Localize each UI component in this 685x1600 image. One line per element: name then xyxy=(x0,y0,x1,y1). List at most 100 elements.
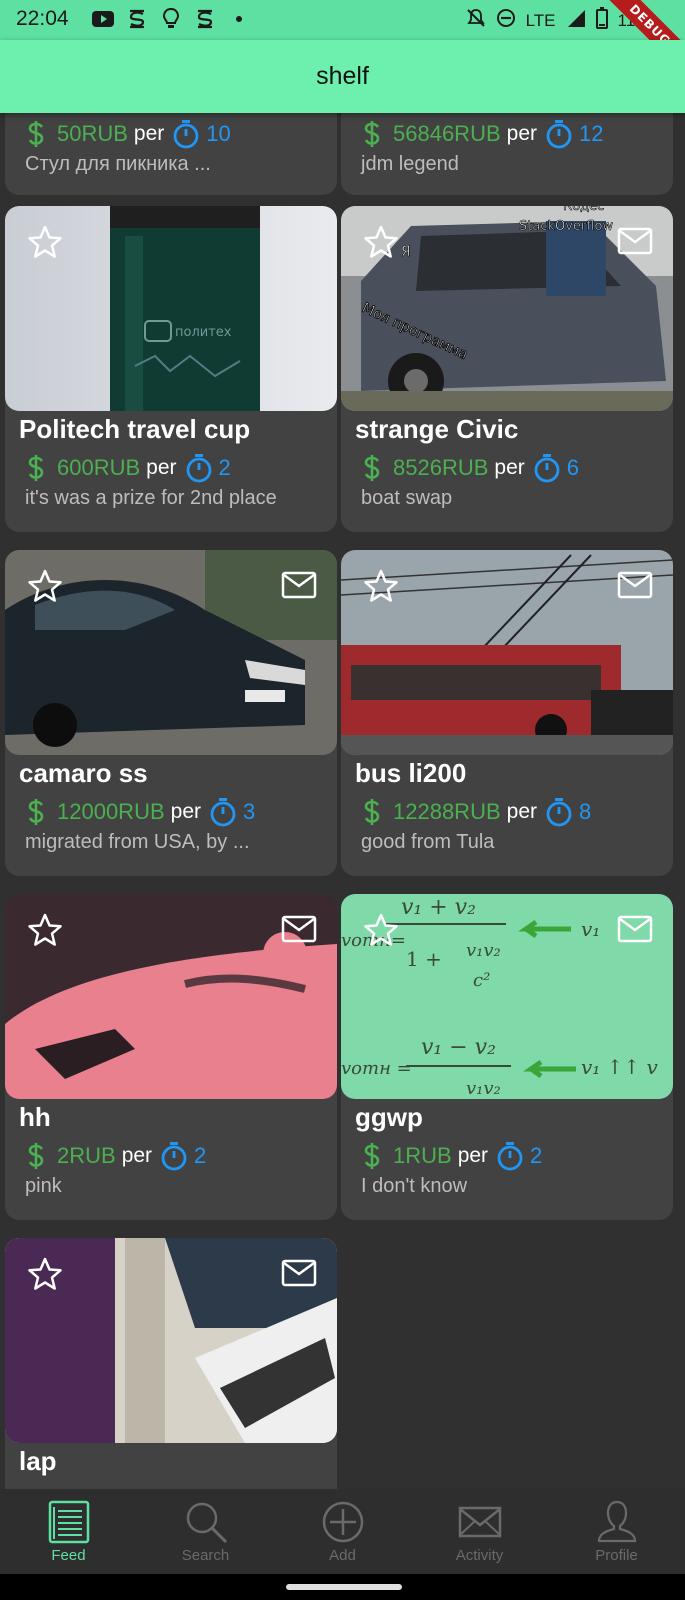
favorite-star-icon[interactable] xyxy=(363,568,399,604)
nav-label: Search xyxy=(181,1547,230,1564)
timer-icon xyxy=(546,120,572,149)
youtube-icon xyxy=(92,8,114,30)
per-label: per xyxy=(133,122,165,145)
item-period: 3 xyxy=(243,799,256,824)
item-period: 2 xyxy=(218,455,231,480)
nav-profile[interactable]: Profile xyxy=(548,1489,685,1574)
item-title: hh xyxy=(19,1102,51,1132)
svg-text:v₁v₂: v₁v₂ xyxy=(466,940,501,961)
item-card[interactable]: 56846RUB per 12 jdm legend xyxy=(341,113,673,195)
item-description: jdm legend xyxy=(361,153,459,175)
per-label: per xyxy=(170,800,201,823)
item-title: lap xyxy=(19,1446,57,1476)
nav-add[interactable]: Add xyxy=(274,1489,411,1574)
status-bar: 22:04 LTE DEBUG xyxy=(0,0,685,86)
message-icon[interactable] xyxy=(281,570,317,600)
meme-caption: Я xyxy=(401,244,411,260)
timer-icon xyxy=(210,798,236,827)
item-price: 56846RUB xyxy=(393,121,501,146)
battery-icon xyxy=(595,7,608,34)
dollar-icon xyxy=(364,1143,380,1169)
item-card[interactable]: Моя программа StackOverflow Я Кодес stra… xyxy=(341,206,673,532)
svg-text:v₁ + v₂: v₁ + v₂ xyxy=(401,895,476,920)
message-icon[interactable] xyxy=(281,1258,317,1288)
favorite-star-icon[interactable] xyxy=(27,568,63,604)
svg-text:1 +: 1 + xyxy=(406,947,442,971)
per-label: per xyxy=(494,456,525,479)
item-title: Politech travel cup xyxy=(19,414,251,444)
dollar-icon xyxy=(28,799,44,825)
favorite-star-icon[interactable] xyxy=(363,912,399,948)
item-period: 8 xyxy=(579,799,592,824)
dollar-icon xyxy=(28,121,44,147)
price-row: 12288RUB per 8 xyxy=(361,797,591,827)
price-row: 2RUB per 2 xyxy=(25,1141,206,1171)
item-period: 10 xyxy=(206,121,231,146)
timer-icon xyxy=(534,454,560,483)
signal-icon xyxy=(566,8,586,33)
activity-icon xyxy=(458,1506,501,1538)
item-description: it's was a prize for 2nd place xyxy=(25,487,277,509)
item-description: I don't know xyxy=(361,1175,468,1197)
timer-icon xyxy=(173,120,199,149)
svg-text:v₁v₂: v₁v₂ xyxy=(466,1078,501,1099)
item-period: 12 xyxy=(579,121,604,146)
feed-grid[interactable]: 50RUB per 10 Стул для пикника ... 56846R… xyxy=(0,113,685,1489)
price-row: 600RUB per 2 xyxy=(25,453,231,483)
home-indicator[interactable] xyxy=(286,1584,402,1590)
timer-icon xyxy=(497,1142,523,1171)
item-price: 2RUB xyxy=(57,1143,116,1168)
item-card[interactable]: camaro ss 12000RUB per 3 migrated from U… xyxy=(5,550,337,876)
message-icon[interactable] xyxy=(617,914,653,944)
nav-search[interactable]: Search xyxy=(137,1489,274,1574)
dollar-icon xyxy=(28,455,44,481)
favorite-star-icon[interactable] xyxy=(27,1256,63,1292)
item-card[interactable]: hh 2RUB per 2 pink xyxy=(5,894,337,1220)
nav-label: Add xyxy=(329,1547,356,1564)
per-label: per xyxy=(146,456,177,479)
item-description: pink xyxy=(25,1175,62,1197)
svg-text:v₁ − v₂: v₁ − v₂ xyxy=(421,1035,496,1060)
item-price: 50RUB xyxy=(57,121,128,146)
notification-icons xyxy=(92,8,250,30)
item-price: 12000RUB xyxy=(57,799,165,824)
svg-text:c²: c² xyxy=(473,970,490,991)
favorite-star-icon[interactable] xyxy=(27,912,63,948)
message-icon[interactable] xyxy=(617,226,653,256)
timer-icon xyxy=(161,1142,187,1171)
app-screen: 22:04 LTE DEBUG shelf 50RUB per 10 Стул … xyxy=(0,0,685,1600)
bottom-navigation: Feed Search Add Activity Profile xyxy=(0,1489,685,1574)
item-card[interactable]: lap xyxy=(5,1238,337,1489)
nav-feed[interactable]: Feed xyxy=(0,1489,137,1574)
item-title: ggwp xyxy=(355,1102,423,1132)
item-card[interactable]: bus li200 12288RUB per 8 good from Tula xyxy=(341,550,673,876)
price-row: 56846RUB per 12 xyxy=(361,119,603,149)
dollar-icon xyxy=(364,799,380,825)
system-gesture-bar xyxy=(0,1574,685,1600)
per-label: per xyxy=(506,800,537,823)
nav-label: Feed xyxy=(51,1547,86,1564)
item-title: strange Civic xyxy=(355,414,519,444)
status-time: 22:04 xyxy=(16,7,69,30)
item-description: boat swap xyxy=(361,487,453,509)
profile-icon xyxy=(597,1500,636,1543)
message-icon[interactable] xyxy=(617,570,653,600)
message-icon[interactable] xyxy=(281,914,317,944)
item-card[interactable]: 50RUB per 10 Стул для пикника ... xyxy=(5,113,337,195)
price-row: 8526RUB per 6 xyxy=(361,453,579,483)
more-dot-icon xyxy=(228,8,250,30)
favorite-star-icon[interactable] xyxy=(27,224,63,260)
network-type: LTE xyxy=(525,10,556,30)
item-price: 600RUB xyxy=(57,455,141,480)
item-card[interactable]: политех Politech travel cup 600RUB per 2… xyxy=(5,206,337,532)
price-row: 50RUB per 10 xyxy=(25,119,231,149)
item-card[interactable]: v₁ + v₂ vотн= 1 + v₁v₂ c² v₁ v₁ − v₂ vот… xyxy=(341,894,673,1220)
svg-text:v₁: v₁ xyxy=(581,917,600,941)
dollar-icon xyxy=(364,455,380,481)
item-price: 12288RUB xyxy=(393,799,501,824)
nav-activity[interactable]: Activity xyxy=(411,1489,548,1574)
favorite-star-icon[interactable] xyxy=(363,224,399,260)
item-price: 8526RUB xyxy=(393,455,489,480)
per-label: per xyxy=(457,1144,489,1167)
item-period: 2 xyxy=(530,1143,543,1168)
